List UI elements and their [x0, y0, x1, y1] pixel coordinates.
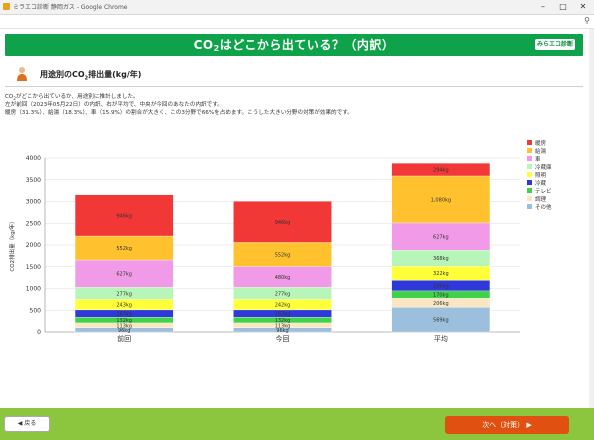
legend-swatch [527, 172, 532, 177]
co2-stacked-bar-chart: 0 500 1000 1500 2000 2500 3000 3500 4000 CO2排出量（k… [8, 139, 552, 343]
y-tick-label: 3000 [26, 199, 41, 206]
y-tick-label: 1500 [26, 264, 41, 271]
legend-label: 冷蔵 [535, 179, 547, 187]
browser-title-bar: ミラエコ診断 静岡ガス - Google Chrome – □ ✕ [0, 0, 594, 15]
y-tick-label: 4000 [26, 155, 41, 162]
y-tick-label: 0 [37, 329, 41, 336]
bar-data-label: 113kg [116, 323, 132, 329]
legend-swatch [527, 180, 532, 185]
legend-label: その他 [535, 203, 552, 211]
bar-data-label: 167kg [275, 312, 291, 318]
legend-swatch [527, 148, 532, 153]
section-title: 用途別のCO2排出量(kg/年) [40, 70, 142, 82]
close-button[interactable]: ✕ [574, 1, 592, 12]
legend-label: テレビ [535, 187, 552, 195]
bar-data-label: 569kg [433, 318, 449, 324]
x-tick-label: 平均 [434, 334, 448, 343]
bar-data-label: 206kg [433, 301, 449, 307]
bar-data-label: 167kg [116, 312, 132, 318]
next-button[interactable]: 次へ（対策） ▶ [445, 416, 569, 434]
legend-label: 調理 [535, 195, 547, 203]
bar-data-label: 627kg [116, 272, 132, 278]
bar-data-label: 113kg [275, 323, 291, 329]
page-scrollbar[interactable] [589, 29, 594, 408]
bar-data-label: 277kg [275, 291, 291, 297]
bar-data-label: 552kg [275, 252, 291, 258]
legend-label: 暖房 [535, 139, 547, 147]
maximize-button[interactable]: □ [554, 1, 572, 12]
bar-data-label: 480kg [275, 275, 291, 281]
minimize-button[interactable]: – [534, 1, 552, 12]
legend-label: 冷蔵庫 [535, 163, 552, 171]
x-tick-label: 前回 [117, 334, 131, 343]
bar-data-label: 277kg [116, 291, 132, 297]
legend-label: 給湯 [535, 147, 547, 155]
legend-label: 照明 [535, 172, 547, 179]
bar-data-label: 242kg [275, 303, 291, 309]
bar-data-label: 294kg [433, 168, 449, 174]
legend-swatch [527, 156, 532, 161]
bar-data-label: 627kg [433, 235, 449, 241]
app-favicon-icon [3, 3, 10, 10]
bar-data-label: 322kg [433, 271, 449, 277]
y-axis-label: CO2排出量（kg/年） [8, 218, 16, 271]
section-divider [5, 86, 583, 87]
description-line-3: 暖房（31.3%）、給湯（18.3%）、車（15.9%）の割合が大きく、この3分… [5, 110, 353, 116]
legend-label: 車 [535, 155, 541, 163]
legend-swatch [527, 204, 532, 209]
bar-data-label: 1,080kg [431, 197, 451, 203]
bar-data-label: 368kg [433, 256, 449, 262]
back-button[interactable]: ◀ 戻る [4, 416, 50, 432]
legend-swatch [527, 140, 532, 145]
bar-data-label: 132kg [275, 318, 291, 324]
bar-data-label: 946kg [116, 213, 132, 219]
y-tick-label: 3500 [26, 177, 41, 184]
legend-swatch [527, 164, 532, 169]
y-tick-label: 2500 [26, 220, 41, 227]
address-bar: ⚲ [0, 15, 594, 29]
legend-swatch [527, 188, 532, 193]
bar-data-label: 132kg [116, 318, 132, 324]
y-tick-label: 1000 [26, 286, 41, 293]
legend-swatch [527, 196, 532, 201]
x-tick-label: 今回 [276, 334, 290, 343]
footer-bar: ◀ 戻る 次へ（対策） ▶ [0, 408, 594, 440]
bar-data-label: 946kg [275, 220, 291, 226]
page-title: CO2はどこから出ている？（内訳） [193, 38, 395, 53]
y-tick-label: 2000 [26, 242, 41, 249]
bar-data-label: 552kg [116, 246, 132, 252]
magnifier-icon[interactable]: ⚲ [584, 16, 590, 25]
bar-data-label: 170kg [433, 293, 449, 299]
person-icon [17, 67, 27, 81]
page-banner: CO2はどこから出ている？（内訳） みらエコ診断 [5, 34, 583, 56]
bar-data-label: 243kg [116, 303, 132, 309]
description-line-2: 左が前回（2023年05月22日）の内訳、右が平均で、中央が今回のあなたの内訳で… [5, 102, 223, 108]
window-title: ミラエコ診断 静岡ガス - Google Chrome [13, 4, 128, 11]
y-tick-label: 500 [30, 307, 42, 314]
bar-data-label: 245kg [433, 284, 449, 290]
app-logo: みらエコ診断 [535, 39, 575, 50]
